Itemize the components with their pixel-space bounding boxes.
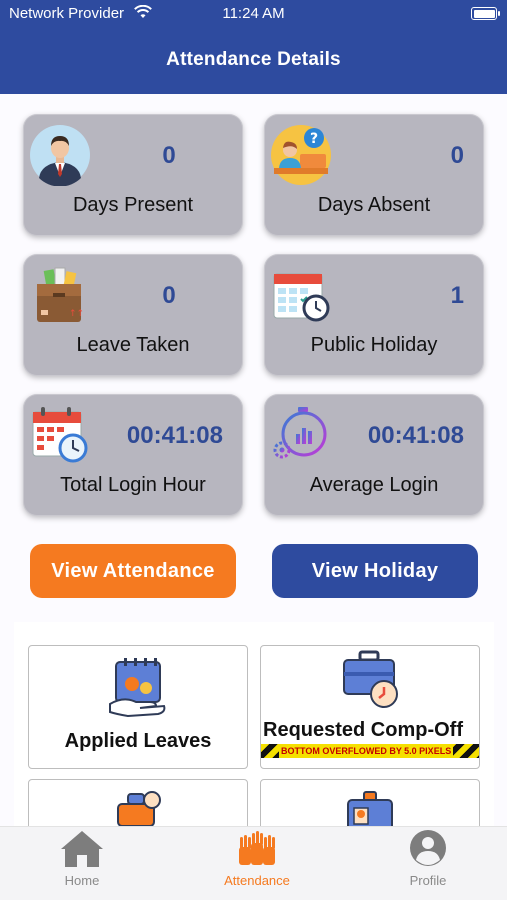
days-present-label: Days Present (72, 194, 194, 216)
home-icon (61, 829, 103, 867)
days-absent-card[interactable]: ? 0 Days Absent (264, 114, 484, 236)
total-login-hour-label: Total Login Hour (60, 474, 206, 496)
days-absent-value: 0 (450, 142, 464, 169)
requested-compoff-label: Requested Comp-Off (263, 719, 463, 741)
svg-text:?: ? (310, 131, 318, 147)
applied-leaves-tile[interactable]: Applied Leaves (28, 645, 248, 769)
battery-icon (471, 7, 500, 20)
id-card-tile[interactable] (260, 779, 480, 826)
nav-attendance-label: Attendance (224, 873, 290, 888)
attendance-request-tile[interactable] (28, 779, 248, 826)
leave-taken-label: Leave Taken (76, 334, 190, 356)
requested-compoff-tile[interactable]: Requested Comp-Off BOTTOM OVERFLOWED BY … (260, 645, 480, 769)
profile-avatar-icon (408, 829, 448, 867)
leave-calendar-hand-icon (106, 656, 170, 720)
average-login-value: 00:41:08 (367, 422, 464, 449)
total-login-hour-value: 00:41:08 (126, 422, 223, 449)
page-title: Attendance Details (166, 49, 341, 70)
stamp-clock-icon (106, 790, 170, 826)
svg-text:↑↑: ↑↑ (69, 309, 84, 319)
app-header: Network Provider 11:24 AM Attendance Det… (0, 0, 507, 94)
bottom-navigation: Home Attendance Profile (0, 826, 507, 900)
total-login-hour-card[interactable]: 00:41:08 Total Login Hour (23, 394, 243, 516)
view-holiday-button[interactable]: View Holiday (272, 544, 478, 598)
nav-home-label: Home (64, 873, 100, 888)
applied-leaves-label: Applied Leaves (64, 730, 212, 752)
public-holiday-card[interactable]: 1 Public Holiday (264, 254, 484, 376)
leave-taken-card[interactable]: ↑↑ 0 Leave Taken (23, 254, 243, 376)
average-login-card[interactable]: 00:41:08 Average Login (264, 394, 484, 516)
stopwatch-gear-icon (270, 404, 332, 466)
clock: 11:24 AM (222, 5, 285, 22)
actions-grid: Applied Leaves Requested Comp-Off BOTTOM… (14, 622, 494, 826)
status-bar: Network Provider 11:24 AM (0, 0, 507, 28)
calendar-clock-icon (270, 264, 332, 326)
days-absent-label: Days Absent (317, 194, 431, 216)
overflow-warning-banner: BOTTOM OVERFLOWED BY 5.0 PIXELS (261, 744, 479, 758)
raised-hands-icon (237, 829, 277, 867)
view-attendance-button[interactable]: View Attendance (30, 544, 236, 598)
overflow-warning-text: BOTTOM OVERFLOWED BY 5.0 PIXELS (279, 744, 454, 758)
average-login-label: Average Login (309, 474, 439, 496)
main-content: 0 Days Present ? 0 Days Absent ↑↑ 0 Leav… (0, 94, 507, 826)
nav-profile-label: Profile (409, 873, 447, 888)
absent-person-icon: ? (270, 124, 332, 186)
nav-attendance[interactable]: Attendance (197, 827, 317, 900)
calendar-clock-icon (29, 404, 91, 466)
public-holiday-label: Public Holiday (310, 334, 438, 356)
nav-profile[interactable]: Profile (368, 827, 488, 900)
public-holiday-value: 1 (450, 282, 464, 309)
days-present-card[interactable]: 0 Days Present (23, 114, 243, 236)
nav-home[interactable]: Home (22, 827, 142, 900)
briefcase-clock-icon (338, 648, 402, 712)
id-badge-icon (338, 790, 402, 826)
